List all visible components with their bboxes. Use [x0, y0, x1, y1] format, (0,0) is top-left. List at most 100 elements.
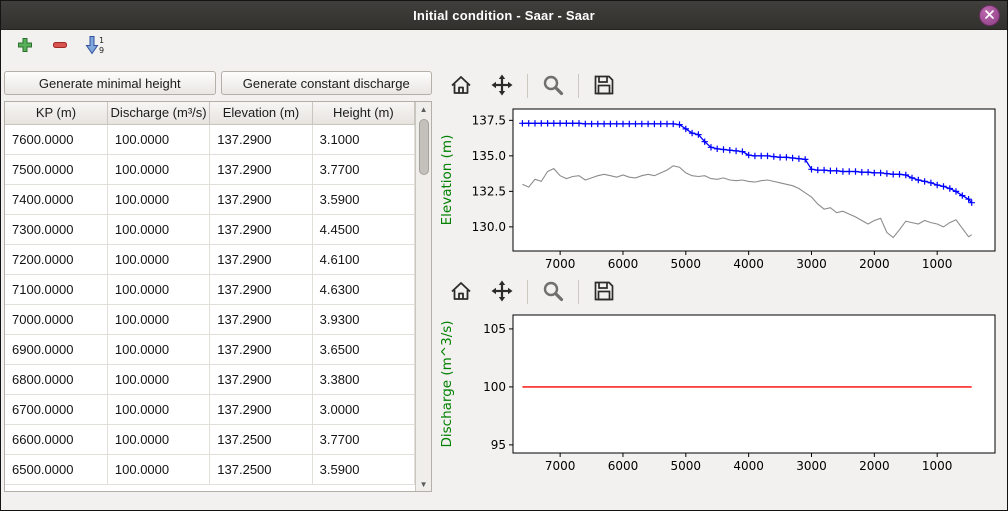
table-row[interactable]: 6800.0000100.0000137.29003.3800	[5, 364, 415, 394]
x-tick-label: 5000	[671, 257, 702, 271]
right-panel: 7000600050004000300020001000130.0132.513…	[435, 63, 1008, 511]
cell-kp[interactable]: 6600.0000	[5, 424, 107, 454]
cell-elevation[interactable]: 137.2900	[210, 244, 312, 274]
cell-height[interactable]: 3.5900	[312, 454, 414, 484]
cell-discharge[interactable]: 100.0000	[107, 244, 209, 274]
cell-elevation[interactable]: 137.2900	[210, 124, 312, 154]
cell-height[interactable]: 3.7700	[312, 154, 414, 184]
cell-discharge[interactable]: 100.0000	[107, 124, 209, 154]
y-tick-label: 137.5	[472, 113, 506, 127]
table-row[interactable]: 7400.0000100.0000137.29003.5900	[5, 184, 415, 214]
cell-height[interactable]: 4.4500	[312, 214, 414, 244]
add-row-button[interactable]	[11, 33, 39, 60]
svg-text:9: 9	[99, 46, 104, 55]
table-row[interactable]: 7200.0000100.0000137.29004.6100	[5, 244, 415, 274]
initial-condition-table-wrap: KP (m)Discharge (m³/s)Elevation (m)Heigh…	[4, 101, 432, 492]
discharge-chart[interactable]: 700060005000400030002000100095100105Disc…	[437, 309, 1003, 477]
cell-elevation[interactable]: 137.2900	[210, 334, 312, 364]
cell-elevation[interactable]: 137.2900	[210, 184, 312, 214]
cell-elevation[interactable]: 137.2500	[210, 454, 312, 484]
cell-height[interactable]: 4.6100	[312, 244, 414, 274]
table-row[interactable]: 7100.0000100.0000137.29004.6300	[5, 274, 415, 304]
table-row[interactable]: 7300.0000100.0000137.29004.4500	[5, 214, 415, 244]
x-tick-label: 1000	[922, 257, 953, 271]
x-tick-label: 2000	[859, 257, 890, 271]
table-row[interactable]: 6600.0000100.0000137.25003.7700	[5, 424, 415, 454]
zoom-button[interactable]	[537, 72, 569, 100]
cell-height[interactable]: 3.3800	[312, 364, 414, 394]
table-row[interactable]: 6900.0000100.0000137.29003.6500	[5, 334, 415, 364]
table-row[interactable]: 7600.0000100.0000137.29003.1000	[5, 124, 415, 154]
cell-height[interactable]: 3.1000	[312, 124, 414, 154]
cell-kp[interactable]: 6500.0000	[5, 454, 107, 484]
home-icon	[449, 73, 473, 100]
cell-kp[interactable]: 7200.0000	[5, 244, 107, 274]
cell-height[interactable]: 4.6300	[312, 274, 414, 304]
main-toolbar: 1 9	[1, 30, 1007, 63]
cell-height[interactable]: 3.7700	[312, 424, 414, 454]
cell-elevation[interactable]: 137.2500	[210, 424, 312, 454]
close-button[interactable]	[979, 5, 1000, 26]
cell-kp[interactable]: 7500.0000	[5, 154, 107, 184]
titlebar[interactable]: Initial condition - Saar - Saar	[1, 1, 1007, 30]
save-button[interactable]	[588, 278, 620, 306]
scrollbar-thumb[interactable]	[419, 119, 429, 175]
table-row[interactable]: 7500.0000100.0000137.29003.7700	[5, 154, 415, 184]
table-row[interactable]: 6700.0000100.0000137.29003.0000	[5, 394, 415, 424]
cell-discharge[interactable]: 100.0000	[107, 274, 209, 304]
cell-elevation[interactable]: 137.2900	[210, 364, 312, 394]
pan-button[interactable]	[486, 72, 518, 100]
generate-minimal-height-button[interactable]: Generate minimal height	[4, 71, 216, 95]
cell-kp[interactable]: 7400.0000	[5, 184, 107, 214]
pan-button[interactable]	[486, 278, 518, 306]
cell-kp[interactable]: 7100.0000	[5, 274, 107, 304]
cell-kp[interactable]: 6900.0000	[5, 334, 107, 364]
table-scrollbar[interactable]: ▲ ▼	[415, 102, 431, 491]
cell-kp[interactable]: 7600.0000	[5, 124, 107, 154]
column-header-kp[interactable]: KP (m)	[5, 102, 107, 124]
column-header-discharge[interactable]: Discharge (m³/s)	[107, 102, 209, 124]
cell-elevation[interactable]: 137.2900	[210, 274, 312, 304]
cell-discharge[interactable]: 100.0000	[107, 184, 209, 214]
initial-condition-window: Initial condition - Saar - Saar 1 9	[0, 0, 1008, 511]
pan-icon	[490, 279, 514, 306]
cell-kp[interactable]: 6700.0000	[5, 394, 107, 424]
cell-elevation[interactable]: 137.2900	[210, 154, 312, 184]
cell-kp[interactable]: 6800.0000	[5, 364, 107, 394]
scroll-up-icon[interactable]: ▲	[416, 102, 431, 116]
table-row[interactable]: 7000.0000100.0000137.29003.9300	[5, 304, 415, 334]
cell-discharge[interactable]: 100.0000	[107, 214, 209, 244]
table-header-row: KP (m)Discharge (m³/s)Elevation (m)Heigh…	[5, 102, 415, 124]
zoom-button[interactable]	[537, 278, 569, 306]
cell-height[interactable]: 3.0000	[312, 394, 414, 424]
sort-numeric-button[interactable]: 1 9	[81, 33, 109, 60]
cell-kp[interactable]: 7300.0000	[5, 214, 107, 244]
cell-discharge[interactable]: 100.0000	[107, 394, 209, 424]
generate-constant-discharge-button[interactable]: Generate constant discharge	[221, 71, 433, 95]
column-header-height[interactable]: Height (m)	[312, 102, 414, 124]
y-axis-label: Elevation (m)	[439, 135, 455, 226]
cell-discharge[interactable]: 100.0000	[107, 424, 209, 454]
cell-height[interactable]: 3.6500	[312, 334, 414, 364]
save-button[interactable]	[588, 72, 620, 100]
remove-row-button[interactable]	[46, 33, 74, 60]
cell-height[interactable]: 3.5900	[312, 184, 414, 214]
column-header-elevation[interactable]: Elevation (m)	[210, 102, 312, 124]
cell-discharge[interactable]: 100.0000	[107, 334, 209, 364]
elevation-chart[interactable]: 7000600050004000300020001000130.0132.513…	[437, 103, 1003, 275]
cell-elevation[interactable]: 137.2900	[210, 214, 312, 244]
cell-height[interactable]: 3.9300	[312, 304, 414, 334]
home-button[interactable]	[445, 72, 477, 100]
scroll-down-icon[interactable]: ▼	[416, 477, 431, 491]
cell-discharge[interactable]: 100.0000	[107, 364, 209, 394]
cell-discharge[interactable]: 100.0000	[107, 304, 209, 334]
elevation-plot-toolbar	[437, 69, 1003, 103]
cell-discharge[interactable]: 100.0000	[107, 154, 209, 184]
cell-elevation[interactable]: 137.2900	[210, 304, 312, 334]
home-button[interactable]	[445, 278, 477, 306]
cell-discharge[interactable]: 100.0000	[107, 454, 209, 484]
x-tick-label: 4000	[733, 257, 764, 271]
cell-kp[interactable]: 7000.0000	[5, 304, 107, 334]
table-row[interactable]: 6500.0000100.0000137.25003.5900	[5, 454, 415, 484]
cell-elevation[interactable]: 137.2900	[210, 394, 312, 424]
